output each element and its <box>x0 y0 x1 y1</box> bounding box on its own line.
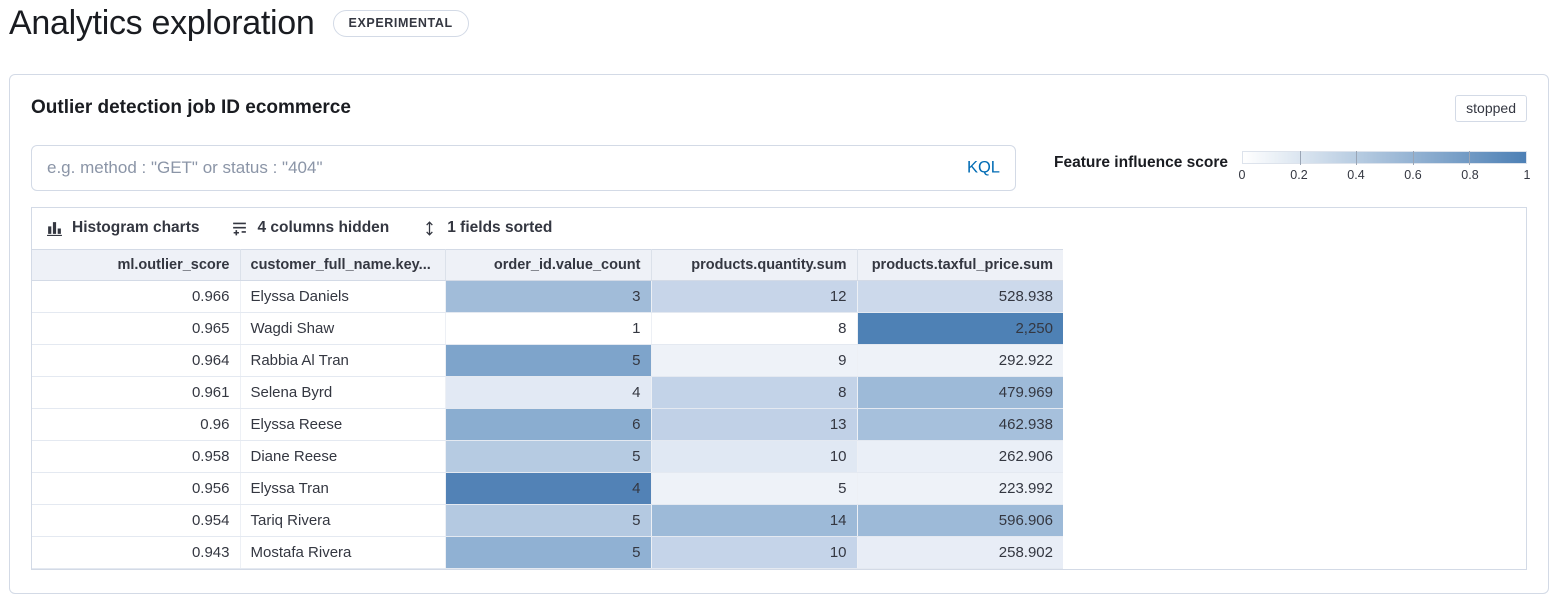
feature-influence-legend: Feature influence score 00.20.40.60.81 <box>1016 145 1527 184</box>
page-header: Analytics exploration EXPERIMENTAL <box>0 0 1558 43</box>
table-body: 0.966Elyssa Daniels312528.9380.965Wagdi … <box>32 280 1063 568</box>
column-header[interactable]: products.quantity.sum <box>651 249 857 280</box>
controls-row: KQL Feature influence score 0 0.2 0.4 0.6 0.… <box>31 145 1527 191</box>
histogram-charts-label: Histogram charts <box>72 219 199 237</box>
legend-label: Feature influence score <box>1054 154 1228 172</box>
column-header[interactable]: ml.outlier_score <box>32 249 240 280</box>
columns-icon <box>231 220 248 237</box>
table-cell[interactable]: 6 <box>445 408 651 440</box>
table-cell[interactable]: 4 <box>445 472 651 504</box>
table-cell[interactable]: 262.906 <box>857 440 1063 472</box>
table-row: 0.958Diane Reese510262.906 <box>32 440 1063 472</box>
table-cell[interactable]: Tariq Rivera <box>240 504 445 536</box>
table-row: 0.96Elyssa Reese613462.938 <box>32 408 1063 440</box>
table-cell[interactable]: 0.966 <box>32 280 240 312</box>
table-cell[interactable]: 0.961 <box>32 376 240 408</box>
table-cell[interactable]: 0.954 <box>32 504 240 536</box>
panel-title: Outlier detection job ID ecommerce <box>31 97 351 119</box>
table-cell[interactable]: Wagdi Shaw <box>240 312 445 344</box>
table-cell[interactable]: Rabbia Al Tran <box>240 344 445 376</box>
table-cell[interactable]: 5 <box>651 472 857 504</box>
experimental-badge: EXPERIMENTAL <box>333 10 469 37</box>
table-cell[interactable]: 8 <box>651 376 857 408</box>
table-cell[interactable]: Selena Byrd <box>240 376 445 408</box>
header-row: ml.outlier_scorecustomer_full_name.key..… <box>32 249 1063 280</box>
table-cell[interactable]: 596.906 <box>857 504 1063 536</box>
table-cell[interactable]: 0.965 <box>32 312 240 344</box>
sort-icon <box>421 220 438 237</box>
table-cell[interactable]: Mostafa Rivera <box>240 536 445 568</box>
table-cell[interactable]: 3 <box>445 280 651 312</box>
columns-hidden-label: 4 columns hidden <box>257 219 389 237</box>
color-scale-ticks: 00.20.40.60.81 <box>1242 168 1527 184</box>
kql-button[interactable]: KQL <box>967 158 1000 177</box>
grid-toolbar: Histogram charts 4 columns hidden 1 fiel… <box>32 208 1526 249</box>
table-cell[interactable]: Diane Reese <box>240 440 445 472</box>
table-cell[interactable]: 5 <box>445 440 651 472</box>
table-cell[interactable]: 462.938 <box>857 408 1063 440</box>
results-grid: Histogram charts 4 columns hidden 1 fiel… <box>31 207 1527 570</box>
panel-header: Outlier detection job ID ecommerce stopp… <box>31 95 1527 122</box>
table-cell[interactable]: 0.96 <box>32 408 240 440</box>
scale-tick-label: 1 <box>1524 168 1531 182</box>
column-header[interactable]: products.taxful_price.sum <box>857 249 1063 280</box>
table-cell[interactable]: 0.943 <box>32 536 240 568</box>
histogram-charts-button[interactable]: Histogram charts <box>46 219 199 237</box>
table-row: 0.964Rabbia Al Tran59292.922 <box>32 344 1063 376</box>
table-cell[interactable]: 0.958 <box>32 440 240 472</box>
table-cell[interactable]: 292.922 <box>857 344 1063 376</box>
table-cell[interactable]: Elyssa Daniels <box>240 280 445 312</box>
table-row: 0.956Elyssa Tran45223.992 <box>32 472 1063 504</box>
table-cell[interactable]: 5 <box>445 536 651 568</box>
scale-tick-line <box>1300 151 1301 165</box>
table-cell[interactable]: 223.992 <box>857 472 1063 504</box>
search-input[interactable] <box>31 145 1016 191</box>
scale-tick-label: 0.6 <box>1404 168 1421 182</box>
fields-sorted-label: 1 fields sorted <box>447 219 552 237</box>
table-cell[interactable]: Elyssa Tran <box>240 472 445 504</box>
table-cell[interactable]: 4 <box>445 376 651 408</box>
scale-tick-line <box>1469 151 1470 165</box>
table-cell[interactable]: 5 <box>445 344 651 376</box>
table-cell[interactable]: 9 <box>651 344 857 376</box>
table-row: 0.954Tariq Rivera514596.906 <box>32 504 1063 536</box>
job-status-badge: stopped <box>1455 95 1527 122</box>
table-row: 0.943Mostafa Rivera510258.902 <box>32 536 1063 568</box>
results-table: ml.outlier_scorecustomer_full_name.key..… <box>32 249 1063 569</box>
scale-tick-label: 0.2 <box>1290 168 1307 182</box>
bar-chart-icon <box>46 220 63 237</box>
color-scale: 00.20.40.60.81 <box>1242 151 1527 184</box>
outlier-detection-panel: Outlier detection job ID ecommerce stopp… <box>9 74 1549 594</box>
table-cell[interactable]: 0.964 <box>32 344 240 376</box>
table-row: 0.966Elyssa Daniels312528.938 <box>32 280 1063 312</box>
column-header[interactable]: customer_full_name.key... <box>240 249 445 280</box>
columns-hidden-button[interactable]: 4 columns hidden <box>231 219 389 237</box>
table-cell[interactable]: 258.902 <box>857 536 1063 568</box>
table-cell[interactable]: 8 <box>651 312 857 344</box>
table-cell[interactable]: 5 <box>445 504 651 536</box>
scale-tick-line <box>1356 151 1357 165</box>
table-row: 0.961Selena Byrd48479.969 <box>32 376 1063 408</box>
table-cell[interactable]: Elyssa Reese <box>240 408 445 440</box>
column-header[interactable]: order_id.value_count <box>445 249 651 280</box>
scale-tick-label: 0 <box>1239 168 1246 182</box>
table-cell[interactable]: 13 <box>651 408 857 440</box>
table-cell[interactable]: 10 <box>651 536 857 568</box>
table-cell[interactable]: 528.938 <box>857 280 1063 312</box>
search-bar: KQL <box>31 145 1016 191</box>
scale-tick-line <box>1413 151 1414 165</box>
page-title: Analytics exploration <box>9 4 315 43</box>
scale-tick-label: 0.4 <box>1347 168 1364 182</box>
table-row: 0.965Wagdi Shaw182,250 <box>32 312 1063 344</box>
table-cell[interactable]: 0.956 <box>32 472 240 504</box>
table-cell[interactable]: 14 <box>651 504 857 536</box>
table-cell[interactable]: 12 <box>651 280 857 312</box>
table-cell[interactable]: 479.969 <box>857 376 1063 408</box>
color-scale-bar <box>1242 151 1527 164</box>
table-cell[interactable]: 2,250 <box>857 312 1063 344</box>
fields-sorted-button[interactable]: 1 fields sorted <box>421 219 552 237</box>
table-cell[interactable]: 10 <box>651 440 857 472</box>
table-cell[interactable]: 1 <box>445 312 651 344</box>
scale-tick-label: 0.8 <box>1461 168 1478 182</box>
